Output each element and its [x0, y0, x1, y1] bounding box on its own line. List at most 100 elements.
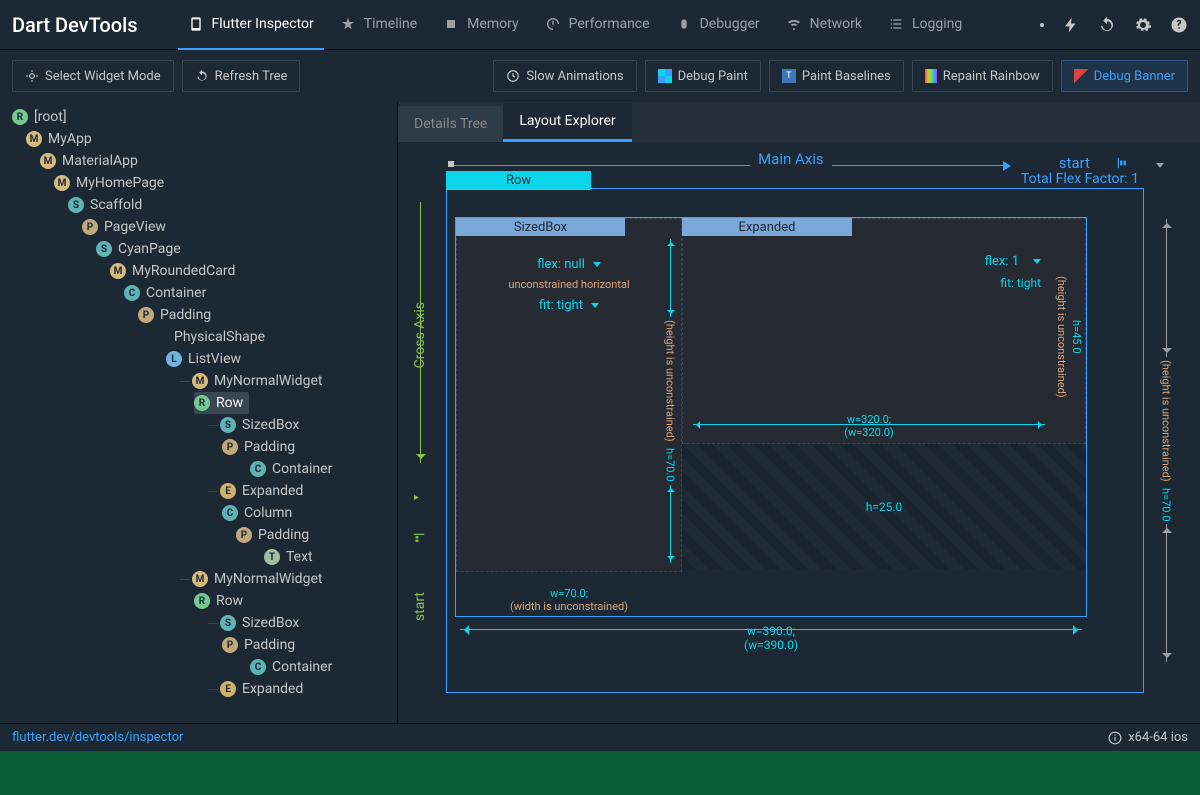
debug-banner-button[interactable]: Debug Banner [1061, 60, 1188, 92]
tree-node[interactable]: PPageView [0, 216, 397, 238]
widget-name: MyHomePage [76, 175, 164, 191]
widget-name: Padding [244, 439, 295, 455]
tree-node[interactable]: RRow [0, 392, 397, 414]
tree-node[interactable]: RRow [0, 590, 397, 612]
button-label: Paint Baselines [802, 69, 891, 84]
tab-label: Timeline [364, 16, 417, 32]
cross-axis-align-icon[interactable] [412, 532, 426, 550]
button-label: Slow Animations [526, 69, 623, 84]
sizedbox-fit-dropdown[interactable]: fit: tight [539, 298, 599, 313]
widget-name: Expanded [242, 681, 303, 697]
tree-node[interactable]: EExpanded [0, 678, 397, 700]
tree-node[interactable]: PPadding [0, 304, 397, 326]
main-axis-align-dropdown[interactable] [1152, 156, 1164, 172]
widget-name: Container [272, 461, 332, 477]
tree-node[interactable]: PPadding [0, 524, 397, 546]
help-icon[interactable] [1170, 16, 1188, 34]
tree-node[interactable]: PhysicalShape [0, 326, 397, 348]
expanded-flex-dropdown[interactable]: flex: 1 [985, 254, 1041, 269]
sizedbox-width-dim: w=70.0; (width is unconstrained) [457, 587, 681, 613]
tree-node[interactable]: SCyanPage [0, 238, 397, 260]
widget-name: Container [146, 285, 206, 301]
bug-icon [676, 16, 692, 32]
widget-badge: S [68, 197, 84, 213]
tab-debugger[interactable]: Debugger [666, 0, 770, 50]
widget-name: Expanded [242, 483, 303, 499]
widget-name: Text [286, 549, 313, 565]
tree-node[interactable]: CColumn [0, 502, 397, 524]
tab-label: Flutter Inspector [212, 16, 314, 32]
widget-name: Column [244, 505, 292, 521]
sizedbox-flex-dropdown[interactable]: flex: null [537, 257, 601, 272]
widget-badge: C [250, 659, 266, 675]
expanded-fit-label: fit: tight [1000, 276, 1041, 290]
widget-name: MyRoundedCard [132, 263, 235, 279]
tree-node[interactable]: MMyNormalWidget [0, 370, 397, 392]
tab-performance[interactable]: Performance [535, 0, 660, 50]
refresh-tree-button[interactable]: Refresh Tree [182, 60, 301, 92]
tab-network[interactable]: Network [776, 0, 872, 50]
tree-node[interactable]: MMyNormalWidget [0, 568, 397, 590]
expanded-tab: Expanded [682, 218, 852, 236]
button-label: Refresh Tree [215, 69, 288, 84]
paint-baselines-button[interactable]: T Paint Baselines [769, 60, 904, 92]
widget-name: SizedBox [242, 417, 299, 433]
widget-name: SizedBox [242, 615, 299, 631]
cross-axis-alignment-value[interactable]: start [412, 592, 428, 621]
expanded-height-dim: (height is unconstrained) h=45.0 [1053, 258, 1083, 415]
sizedbox-warn: unconstrained horizontal [467, 278, 671, 291]
list-icon [888, 16, 904, 32]
button-label: Debug Banner [1094, 69, 1175, 84]
overflow-dot[interactable] [1040, 23, 1044, 27]
subtab-layout-explorer[interactable]: Layout Explorer [503, 103, 631, 142]
tab-label: Memory [467, 16, 518, 32]
tab-timeline[interactable]: Timeline [330, 0, 427, 50]
select-widget-button[interactable]: Select Widget Mode [12, 60, 174, 92]
gear-icon[interactable] [1134, 16, 1152, 34]
subtab-details-tree[interactable]: Details Tree [398, 106, 503, 142]
tree-node[interactable]: PPadding [0, 634, 397, 656]
widget-name: Row [216, 395, 243, 411]
main-axis-alignment-value[interactable]: start [1059, 154, 1090, 172]
phone-icon [188, 16, 204, 32]
widget-badge: P [138, 307, 154, 323]
tree-node[interactable]: SScaffold [0, 194, 397, 216]
tree-node[interactable]: CContainer [0, 656, 397, 678]
widget-tree[interactable]: R[root]MMyAppMMaterialAppMMyHomePageSSca… [0, 102, 398, 723]
repaint-rainbow-button[interactable]: Repaint Rainbow [912, 60, 1053, 92]
tree-node[interactable]: PPadding [0, 436, 397, 458]
speed-icon [545, 16, 561, 32]
main-axis-label: Main Axis [750, 150, 832, 168]
cross-axis-label: Cross Axis [412, 302, 428, 368]
tree-node[interactable]: C Container [0, 458, 397, 480]
docs-link[interactable]: flutter.dev/devtools/inspector [12, 730, 183, 745]
slow-animations-button[interactable]: Slow Animations [493, 60, 636, 92]
tree-node[interactable]: EExpanded [0, 480, 397, 502]
bolt-icon[interactable] [1062, 16, 1080, 34]
tree-node[interactable]: CContainer [0, 282, 397, 304]
widget-badge: M [192, 373, 208, 389]
restart-icon[interactable] [1098, 16, 1116, 34]
tree-node[interactable]: R[root] [0, 106, 397, 128]
tree-node[interactable]: MMyRoundedCard [0, 260, 397, 282]
banner-icon [1074, 69, 1088, 83]
tree-node[interactable]: SSizedBox [0, 414, 397, 436]
tree-node[interactable]: TText [0, 546, 397, 568]
tree-node[interactable]: SSizedBox [0, 612, 397, 634]
widget-name: CyanPage [118, 241, 181, 257]
tab-logging[interactable]: Logging [878, 0, 972, 50]
tree-node[interactable]: MMaterialApp [0, 150, 397, 172]
widget-name: MaterialApp [62, 153, 138, 169]
widget-badge: C [250, 461, 266, 477]
tree-node[interactable]: MMyHomePage [0, 172, 397, 194]
green-bar [0, 751, 1200, 795]
tree-node[interactable]: LListView [0, 348, 397, 370]
layout-explorer: Main Axis start Cross Axis ▸ start Row T… [398, 142, 1200, 723]
button-label: Repaint Rainbow [943, 69, 1040, 84]
tab-flutter-inspector[interactable]: Flutter Inspector [178, 0, 324, 50]
tab-memory[interactable]: Memory [433, 0, 528, 50]
debug-paint-button[interactable]: Debug Paint [645, 60, 761, 92]
tree-node[interactable]: MMyApp [0, 128, 397, 150]
sizedbox-child[interactable]: SizedBox flex: null unconstrained horizo… [456, 218, 682, 572]
expanded-child[interactable]: Expanded flex: 1 fit: tight (height is u… [682, 218, 1086, 444]
